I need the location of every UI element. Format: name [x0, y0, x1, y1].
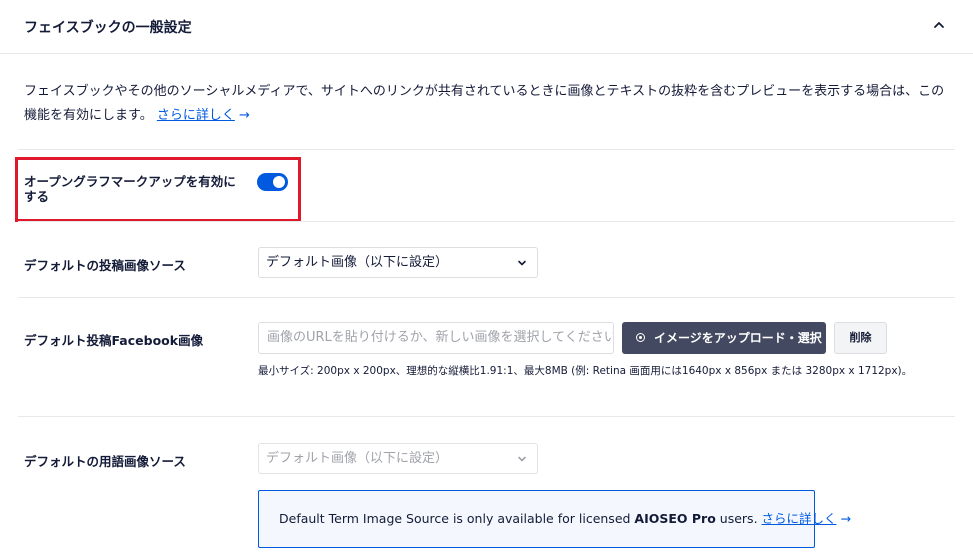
select-value: デフォルト画像（以下に設定） [266, 451, 449, 466]
divider [18, 297, 955, 298]
og-markup-label: オープングラフマークアップを有効にする [24, 174, 236, 204]
divider [18, 416, 955, 417]
settings-description: フェイスブックやその他のソーシャルメディアで、サイトへのリンクが共有されていると… [24, 80, 954, 128]
notice-product: AIOSEO Pro [634, 511, 716, 526]
arrow-right-icon: → [239, 108, 250, 123]
divider [18, 149, 955, 150]
upload-circle-icon [636, 333, 645, 342]
chevron-down-icon [518, 260, 526, 266]
notice-text-after: users. [715, 511, 762, 526]
term-image-source-label: デフォルトの用語画像ソース [24, 454, 186, 469]
notice-learn-more-link[interactable]: さらに詳しく [762, 511, 837, 526]
chevron-down-icon [518, 456, 526, 462]
learn-more-link[interactable]: さらに詳しく [157, 108, 235, 123]
panel-header[interactable]: フェイスブックの一般設定 [0, 0, 973, 54]
select-value: デフォルト画像（以下に設定） [266, 255, 449, 270]
post-image-source-label: デフォルトの投稿画像ソース [24, 258, 186, 273]
delete-image-button[interactable]: 削除 [834, 322, 887, 354]
og-markup-toggle[interactable] [257, 173, 288, 191]
facebook-settings-panel: フェイスブックの一般設定 フェイスブックやその他のソーシャルメディアで、サイトへ… [0, 0, 973, 558]
divider [18, 221, 955, 222]
notice-text: Default Term Image Source is only availa… [279, 511, 635, 526]
toggle-knob [273, 176, 285, 188]
post-image-source-select[interactable]: デフォルト画像（以下に設定） [258, 247, 538, 278]
term-image-source-select[interactable]: デフォルト画像（以下に設定） [258, 443, 538, 474]
panel-title: フェイスブックの一般設定 [24, 20, 192, 36]
image-url-input[interactable]: 画像のURLを貼り付けるか、新しい画像を選択してください [258, 322, 614, 354]
chevron-up-icon[interactable] [930, 16, 948, 34]
image-size-note: 最小サイズ: 200px x 200px、理想的な縦横比1.91:1、最大8MB… [258, 365, 913, 377]
facebook-image-label: デフォルト投稿Facebook画像 [24, 333, 204, 348]
upload-button-label: イメージをアップロード・選択 [654, 331, 822, 345]
pro-feature-notice: Default Term Image Source is only availa… [258, 490, 851, 548]
upload-image-button[interactable]: イメージをアップロード・選択 [622, 322, 826, 354]
arrow-right-icon: → [840, 511, 851, 526]
